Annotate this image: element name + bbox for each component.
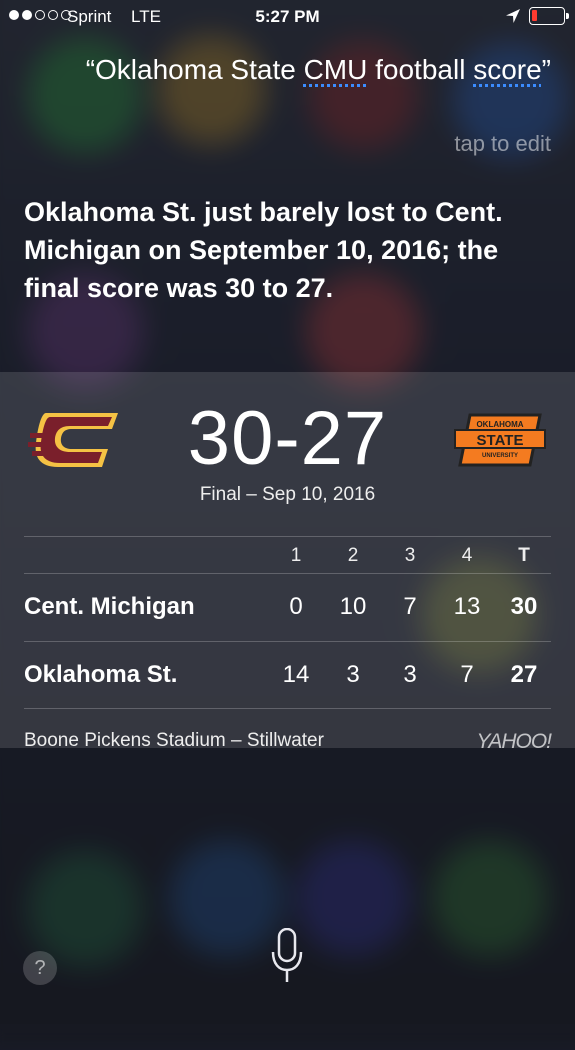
score-cell: 7: [403, 593, 417, 620]
total-cell: 27: [510, 661, 538, 688]
quarter-header: 4: [461, 545, 473, 566]
divider: [24, 573, 551, 574]
score-cell: 10: [339, 593, 367, 620]
quarter-header: 2: [347, 545, 359, 566]
total-cell: 30: [510, 593, 538, 620]
tap-to-edit-hint[interactable]: tap to edit: [454, 131, 551, 157]
score-cell: 14: [282, 661, 310, 688]
oklahoma-state-logo: OKLAHOMA STATE UNIVERSITY: [454, 413, 546, 467]
help-button[interactable]: ?: [23, 951, 57, 985]
status-time: 5:27 PM: [255, 7, 320, 26]
total-header: T: [518, 545, 530, 566]
score-cell: 0: [289, 593, 303, 620]
status-bar: Sprint LTE 5:27 PM: [0, 0, 575, 34]
score-cell: 13: [453, 593, 481, 620]
battery-icon: [529, 7, 569, 25]
team-name-osu: Oklahoma St.: [24, 661, 178, 688]
divider: [24, 708, 551, 709]
microphone-icon[interactable]: [270, 928, 304, 983]
venue-label: Boone Pickens Stadium – Stillwater: [24, 730, 324, 751]
yahoo-logo[interactable]: YAHOO!: [476, 730, 552, 754]
score-cell: 3: [346, 661, 360, 688]
quarter-header: 3: [404, 545, 416, 566]
divider: [24, 536, 551, 537]
svg-text:STATE: STATE: [477, 432, 524, 449]
score-cell: 7: [460, 661, 474, 688]
score-cell: 3: [403, 661, 417, 688]
svg-text:UNIVERSITY: UNIVERSITY: [482, 453, 518, 459]
game-status: Final – Sep 10, 2016: [199, 484, 376, 505]
query-word-score[interactable]: score: [473, 54, 541, 85]
quarter-header: 1: [290, 545, 302, 566]
team-name-cmu: Cent. Michigan: [24, 593, 195, 620]
siri-answer: Oklahoma St. just barely lost to Cent. M…: [24, 197, 503, 303]
divider: [24, 641, 551, 642]
location-arrow-icon: [506, 9, 520, 23]
siri-query[interactable]: “Oklahoma State CMU football score”: [71, 52, 551, 88]
svg-text:OKLAHOMA: OKLAHOMA: [476, 420, 523, 429]
query-word-cmu[interactable]: CMU: [304, 54, 368, 85]
